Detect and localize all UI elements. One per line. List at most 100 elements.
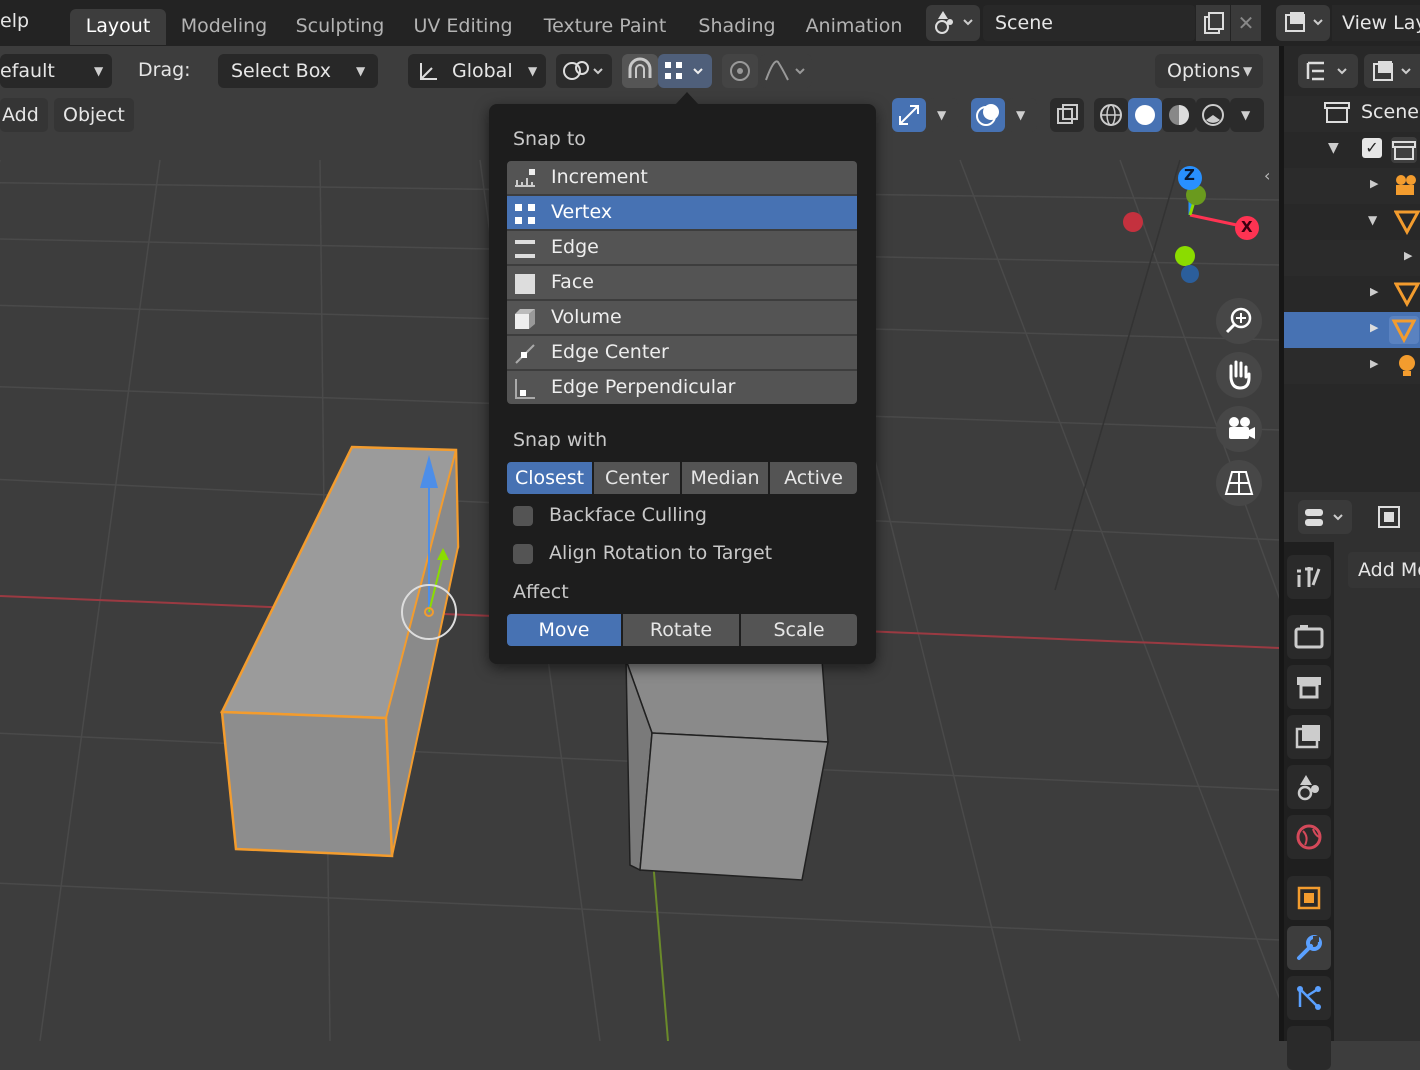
wireframe-sphere-icon (1100, 104, 1122, 126)
menu-help[interactable]: elp (0, 10, 29, 32)
tab-object[interactable] (1287, 876, 1331, 920)
properties-editor-type[interactable] (1298, 500, 1352, 534)
snap-to-increment[interactable]: Increment (507, 161, 857, 196)
duplicate-icon (1204, 12, 1224, 34)
view-layer-name-field[interactable]: View Lay (1332, 5, 1420, 41)
outliner-row-light[interactable]: ▶ (1284, 348, 1420, 384)
tab-output[interactable] (1287, 665, 1331, 709)
scene-selector[interactable] (926, 5, 980, 41)
snap-to-vertex[interactable]: Vertex (507, 196, 857, 231)
menu-add[interactable]: Add (0, 98, 48, 132)
expand-arrow-icon: ▼ (1368, 213, 1378, 227)
tab-tool[interactable] (1287, 555, 1331, 599)
view-layer-selector[interactable] (1276, 5, 1330, 41)
snap-with-closest[interactable]: Closest (507, 462, 592, 494)
scene-name-field[interactable]: Scene (983, 5, 1195, 41)
image-stack-icon (1295, 725, 1320, 749)
world-icon (1296, 824, 1322, 850)
affect-scale[interactable]: Scale (741, 614, 857, 646)
gizmo-z-label: Z (1184, 166, 1195, 184)
tab-physics[interactable] (1287, 1026, 1331, 1070)
pan-button[interactable] (1216, 352, 1262, 398)
shading-material-button[interactable] (1162, 98, 1196, 132)
new-scene-button[interactable] (1196, 5, 1230, 41)
shading-dropdown[interactable]: ▼ (1230, 98, 1264, 132)
tab-texture-paint[interactable]: Texture Paint (530, 9, 680, 45)
mesh-object-icon (1389, 316, 1419, 344)
gizmo-toggle-button[interactable] (892, 98, 926, 132)
tab-world[interactable] (1287, 815, 1331, 859)
camera-view-button[interactable] (1216, 406, 1262, 452)
overlays-toggle-button[interactable] (971, 98, 1005, 132)
snap-to-edge-perpendicular[interactable]: Edge Perpendicular (507, 371, 857, 404)
tab-animation[interactable]: Animation (794, 9, 914, 45)
tab-layout[interactable]: Layout (70, 9, 166, 45)
outliner-editor-type[interactable] (1298, 54, 1358, 88)
menu-object[interactable]: Object (54, 98, 134, 132)
tab-particles[interactable] (1287, 976, 1331, 1020)
checkbox-checked-icon[interactable]: ✓ (1362, 138, 1382, 158)
snap-to-edge-center[interactable]: Edge Center (507, 336, 857, 371)
snap-to-volume[interactable]: Volume (507, 301, 857, 336)
backface-culling-checkbox[interactable] (513, 506, 533, 526)
outliner-row-scene[interactable]: Scene (1284, 96, 1420, 132)
shading-rendered-button[interactable] (1196, 98, 1230, 132)
snap-with-active[interactable]: Active (770, 462, 857, 494)
tab-sculpting[interactable]: Sculpting (284, 9, 396, 45)
display-mode-dropdown[interactable] (1364, 54, 1420, 88)
options-dropdown[interactable]: Options ▼ (1155, 54, 1263, 88)
proportional-edit-icon (730, 61, 750, 81)
snap-to-edge[interactable]: Edge (507, 231, 857, 266)
outliner-row-mesh-2[interactable]: ▶ (1284, 276, 1420, 312)
tab-render[interactable] (1287, 615, 1331, 659)
tab-scene[interactable] (1287, 765, 1331, 809)
rendered-sphere-icon (1202, 104, 1224, 126)
snap-with-median[interactable]: Median (682, 462, 768, 494)
snap-item-label: Vertex (551, 201, 613, 223)
outliner-row-mesh-1[interactable]: ▼ (1284, 204, 1420, 240)
sidebar-toggle-icon[interactable]: ‹ (1264, 166, 1270, 185)
align-rotation-label: Align Rotation to Target (549, 542, 773, 564)
align-rotation-checkbox[interactable] (513, 544, 533, 564)
shading-solid-button[interactable] (1128, 98, 1162, 132)
orientation-global-value: Global (452, 60, 513, 82)
tab-modeling[interactable]: Modeling (168, 9, 280, 45)
options-label: Options (1167, 60, 1241, 82)
tab-shading[interactable]: Shading (684, 9, 790, 45)
outliner-panel: Scene ▼ ✓ ▶ ▼ ▶ ▶ ▶ ▶ (1284, 46, 1420, 492)
delete-scene-button[interactable]: ✕ (1231, 5, 1261, 41)
outliner-row-camera[interactable]: ▶ (1284, 168, 1420, 204)
tab-modifiers[interactable] (1287, 926, 1331, 970)
snap-toggle-button[interactable] (622, 54, 658, 88)
vertex-snap-icon (665, 62, 703, 79)
transform-orientation-dropdown[interactable]: Global ▼ (408, 54, 546, 88)
pivot-point-dropdown[interactable] (556, 54, 612, 88)
snap-element-dropdown[interactable] (658, 54, 712, 88)
shading-wireframe-button[interactable] (1094, 98, 1128, 132)
orientation-dropdown[interactable]: efault ▼ (0, 54, 112, 88)
add-modifier-button[interactable]: Add Mo (1348, 552, 1420, 588)
affect-rotate[interactable]: Rotate (623, 614, 739, 646)
perspective-toggle-button[interactable] (1216, 460, 1262, 506)
zoom-button[interactable] (1216, 298, 1262, 344)
drag-dropdown[interactable]: Select Box ▼ (218, 54, 378, 88)
outliner-row-collection[interactable]: ▼ ✓ (1284, 132, 1420, 168)
overlays-dropdown[interactable]: ▼ (1007, 98, 1037, 132)
tab-view-layer[interactable] (1287, 715, 1331, 759)
snap-to-face[interactable]: Face (507, 266, 857, 301)
overlays-icon (976, 104, 999, 126)
outliner-row-mesh-selected[interactable]: ▶ (1284, 312, 1420, 348)
gizmo-x-label: X (1241, 218, 1253, 236)
view-layer-icon (1285, 12, 1323, 32)
snap-item-label: Edge Perpendicular (551, 376, 736, 398)
affect-move[interactable]: Move (507, 614, 621, 646)
xray-toggle-button[interactable] (1050, 98, 1084, 132)
outliner-row-child[interactable]: ▶ (1284, 240, 1420, 276)
gizmo-dropdown[interactable]: ▼ (928, 98, 958, 132)
pin-toggle[interactable] (1372, 500, 1406, 534)
gizmo-arrows-icon (899, 105, 919, 125)
tab-uv-editing[interactable]: UV Editing (400, 9, 526, 45)
snap-with-center[interactable]: Center (594, 462, 680, 494)
falloff-dropdown[interactable] (760, 54, 812, 88)
proportional-edit-button[interactable] (722, 54, 758, 88)
